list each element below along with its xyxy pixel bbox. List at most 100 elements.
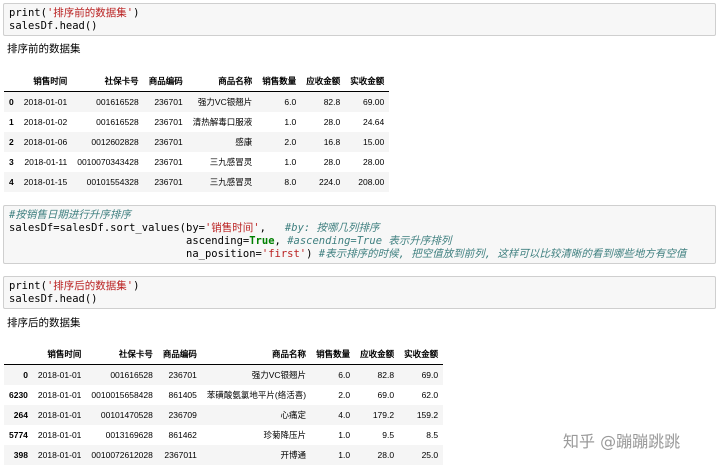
column-header: 销售数量 [311, 344, 356, 365]
column-header: 销售时间 [18, 71, 73, 92]
table-row: 3 2018-01-11 0010070343428 236701 三九感冒灵 … [4, 152, 389, 172]
table-cell: 2018-01-02 [23, 117, 68, 127]
table-row: 4 2018-01-15 00101554328 236701 三九感冒灵 8.… [4, 172, 390, 192]
table-cell: 9.5 [382, 430, 395, 440]
table-cell: 236701 [154, 117, 183, 127]
table-cell: 2018-01-15 [23, 177, 68, 187]
table-cell: 珍菊降压片 [263, 430, 307, 440]
table-cell: 236701 [154, 97, 183, 107]
output-label-after: 排序后的数据集 [7, 317, 81, 329]
row-index: 4 [9, 177, 14, 187]
table-cell: 清热解毒口服液 [192, 117, 253, 127]
table-cell: 16.8 [323, 137, 341, 147]
table-cell: 0012602828 [91, 137, 139, 147]
column-header: 社保卡号 [72, 71, 144, 92]
code-comment: #by: 按哪几列排序 [284, 222, 380, 234]
table-cell: 69.0 [377, 390, 395, 400]
table-cell: 001616528 [96, 117, 139, 127]
code-separator: ) [306, 248, 319, 260]
code-arg: na_position= [186, 248, 262, 260]
table-cell: 2367011 [164, 450, 197, 460]
code-cell-2[interactable]: #按销售日期进行升序排序 salesDf=salesDf.sort_values… [3, 205, 716, 264]
row-index: 3 [9, 157, 14, 167]
dataframe-after: 销售时间 社保卡号 商品编码 商品名称 销售数量 应收金额 实收金额 0 201… [4, 344, 444, 465]
column-header: 实收金额 [345, 71, 390, 92]
table-cell: 0010015658428 [91, 390, 153, 400]
table-row: 5774 2018-01-01 0013169628 861462 珍菊降压片 … [4, 425, 443, 445]
column-header: 商品编码 [143, 71, 188, 92]
code-head-call: salesDf.head() [9, 20, 98, 32]
table-cell: 2.0 [284, 137, 297, 147]
table-cell: 2018-01-01 [37, 390, 82, 400]
table-cell: 159.2 [416, 410, 439, 420]
code-string: '销售时间' [204, 222, 260, 234]
column-header: 应收金额 [301, 71, 346, 92]
code-arg: ascending= [186, 235, 250, 247]
table-cell: 24.64 [362, 117, 385, 127]
table-cell: 6.0 [284, 97, 297, 107]
table-cell: 2018-01-01 [37, 370, 82, 380]
table-cell: 236701 [168, 370, 197, 380]
code-head-call: salesDf.head() [9, 293, 98, 305]
column-header: 应收金额 [355, 344, 400, 365]
table-cell: 236701 [154, 137, 183, 147]
table-header-row: 销售时间 社保卡号 商品编码 商品名称 销售数量 应收金额 实收金额 [4, 71, 390, 92]
table-row: 264 2018-01-01 00101470528 236709 心痛定 4.… [4, 405, 444, 425]
table-cell: 4.0 [338, 410, 351, 420]
table-cell: 2.0 [338, 390, 351, 400]
table-cell: 179.2 [372, 410, 395, 420]
table-row: 2 2018-01-06 0012602828 236701 感康 2.0 16… [4, 132, 390, 152]
table-cell: 三九感冒灵 [209, 177, 253, 187]
code-paren: ) [133, 280, 140, 292]
table-cell: 2018-01-01 [37, 410, 82, 420]
row-index: 2 [9, 137, 14, 147]
table-cell: 82.8 [323, 97, 341, 107]
index-header [4, 344, 33, 365]
table-cell: 001616528 [96, 97, 139, 107]
table-cell: 强力VC银翘片 [197, 97, 253, 107]
table-cell: 三九感冒灵 [209, 157, 253, 167]
table-cell: 2018-01-01 [37, 450, 82, 460]
table-cell: 心痛定 [280, 410, 307, 420]
zhihu-watermark: 知乎 @蹦蹦跳跳 [563, 432, 681, 451]
table-cell: 1.0 [284, 157, 297, 167]
table-cell: 236709 [168, 410, 197, 420]
row-index: 0 [23, 370, 28, 380]
table-cell: 1.0 [338, 450, 351, 460]
code-comment: #表示排序的时候, 把空值放到前列, 这样可以比较清晰的看到哪些地方有空值 [318, 248, 687, 260]
table-cell: 82.8 [377, 370, 395, 380]
table-cell: 25.0 [421, 450, 439, 460]
row-index: 6230 [9, 390, 28, 400]
table-cell: 28.00 [362, 157, 385, 167]
code-keyword: True [249, 235, 275, 247]
table-cell: 861405 [168, 390, 197, 400]
table-row: 0 2018-01-01 001616528 236701 强力VC银翘片 6.… [4, 364, 444, 385]
table-cell: 236701 [154, 157, 183, 167]
table-cell: 69.0 [421, 370, 439, 380]
table-cell: 001616528 [110, 370, 153, 380]
table-cell: 28.0 [323, 157, 341, 167]
table-cell: 0013169628 [105, 430, 153, 440]
column-header: 社保卡号 [86, 344, 158, 365]
code-cell-1[interactable]: print('排序前的数据集') salesDf.head() [3, 3, 716, 36]
code-print-fn: print( [9, 7, 47, 19]
table-row: 398 2018-01-01 0010072612028 2367011 开博通… [4, 445, 444, 465]
column-header: 销售数量 [257, 71, 302, 92]
code-separator: , [274, 235, 288, 247]
table-cell: 1.0 [338, 430, 351, 440]
row-index: 5774 [9, 430, 28, 440]
output-label-before: 排序前的数据集 [7, 43, 81, 55]
index-header [4, 71, 19, 92]
table-cell: 苯磺酸氨氯地平片(络活喜) [206, 390, 307, 400]
table-row: 1 2018-01-02 001616528 236701 清热解毒口服液 1.… [4, 112, 389, 132]
table-cell: 强力VC银翘片 [251, 370, 307, 380]
code-print-fn: print( [9, 280, 47, 292]
table-cell: 8.0 [284, 177, 297, 187]
table-cell: 236701 [154, 177, 183, 187]
table-cell: 1.0 [284, 117, 297, 127]
row-index: 0 [9, 97, 14, 107]
table-cell: 00101470528 [100, 410, 153, 420]
table-cell: 开博通 [280, 450, 307, 460]
code-cell-3[interactable]: print('排序后的数据集') salesDf.head() [3, 276, 716, 309]
table-cell: 2018-01-11 [24, 157, 68, 167]
